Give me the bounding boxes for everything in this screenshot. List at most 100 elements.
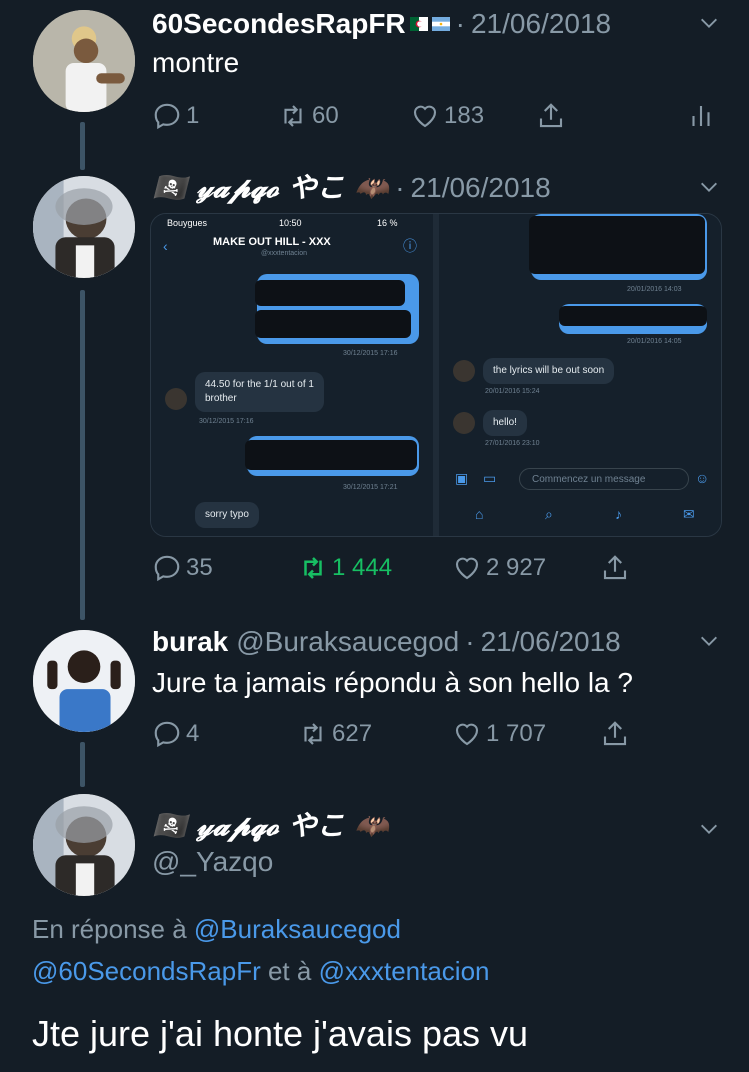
user-handle[interactable]: @_Yazqo bbox=[152, 842, 273, 882]
avatar bbox=[165, 388, 187, 410]
chevron-down-icon[interactable] bbox=[697, 630, 721, 654]
avatar-photo bbox=[33, 794, 135, 896]
tweet-media-image[interactable]: Bouygues 10:50 16 % ‹ MAKE OUT HILL - XX… bbox=[150, 213, 722, 537]
messages-icon[interactable]: ✉ bbox=[683, 506, 695, 522]
thread-line bbox=[80, 122, 85, 170]
image-icon[interactable]: ▣ bbox=[455, 470, 468, 486]
mention-link[interactable]: @Buraksaucegod bbox=[194, 914, 401, 944]
share-icon bbox=[603, 721, 627, 746]
reply-button[interactable]: 4 bbox=[152, 714, 199, 754]
tweet-header: 🏴‍☠️ 𝓎𝓪𝓹𝓺𝓸 やこ 🦇 bbox=[152, 806, 389, 846]
like-count: 1 707 bbox=[486, 720, 547, 747]
message-time: 30/12/2015 17:16 bbox=[343, 350, 398, 357]
avatar[interactable] bbox=[33, 10, 135, 112]
display-name[interactable]: 🏴‍☠️ 𝓎𝓪𝓹𝓺𝓸 やこ 🦇 bbox=[152, 168, 389, 208]
heart-icon bbox=[455, 723, 479, 746]
tweet-text: montre bbox=[152, 47, 240, 78]
chat-handle: @xxxtentacion bbox=[261, 250, 308, 257]
carrier-label: Bouygues bbox=[167, 218, 208, 228]
analytics-icon bbox=[692, 106, 710, 126]
reply-count: 35 bbox=[186, 554, 213, 581]
like-button[interactable]: 2 927 bbox=[452, 548, 546, 588]
twitter-thread: 60SecondesRapFR · 21/06/2018 montre 1 60… bbox=[0, 0, 749, 1072]
gif-icon[interactable]: ▭ bbox=[483, 470, 496, 486]
retweet-icon bbox=[304, 557, 322, 579]
avatar-photo bbox=[33, 10, 135, 112]
message-time: 20/01/2016 14:05 bbox=[627, 338, 682, 345]
share-button[interactable] bbox=[536, 96, 566, 136]
dm-screenshot-left: Bouygues 10:50 16 % ‹ MAKE OUT HILL - XX… bbox=[151, 214, 433, 536]
tweet-date[interactable]: 21/06/2018 bbox=[471, 4, 611, 44]
chevron-down-icon[interactable] bbox=[697, 12, 721, 36]
avatar[interactable] bbox=[33, 176, 135, 278]
reply-context: En réponse à @Buraksaucegod bbox=[32, 908, 401, 950]
share-icon bbox=[603, 555, 627, 580]
tweet-text: Jte jure j'ai honte j'avais pas vu bbox=[32, 1013, 529, 1054]
separator-dot: · bbox=[465, 626, 475, 657]
share-button[interactable] bbox=[600, 548, 630, 588]
message-bubble-received: the lyrics will be out soon bbox=[483, 358, 615, 384]
chat-title: MAKE OUT HILL - XXX bbox=[213, 236, 331, 248]
user-handle[interactable]: @Buraksaucegod bbox=[236, 622, 459, 662]
message-compose-field[interactable]: Commencez un message bbox=[519, 468, 689, 490]
tweet-date[interactable]: 21/06/2018 bbox=[481, 622, 621, 662]
avatar[interactable] bbox=[33, 794, 135, 896]
message-time: 20/01/2016 15:24 bbox=[485, 388, 540, 395]
argentina-flag-icon bbox=[431, 17, 450, 31]
home-icon[interactable]: ⌂ bbox=[475, 506, 483, 522]
mention-link[interactable]: @60SecondsRapFr bbox=[32, 956, 261, 986]
notifications-icon[interactable]: ♪ bbox=[615, 506, 622, 522]
tweet-actions: 4 627 1 707 bbox=[152, 714, 722, 754]
share-button[interactable] bbox=[600, 714, 630, 754]
retweet-button[interactable]: 60 bbox=[278, 96, 339, 136]
like-count: 2 927 bbox=[486, 554, 547, 581]
avatar[interactable] bbox=[33, 630, 135, 732]
reply-count: 1 bbox=[186, 102, 200, 129]
search-icon[interactable]: ⌕ bbox=[545, 506, 553, 522]
retweet-button[interactable]: 1 444 bbox=[298, 548, 392, 588]
heart-icon bbox=[413, 105, 437, 128]
mention-link[interactable]: @xxxtentacion bbox=[319, 956, 490, 986]
separator-dot: · bbox=[395, 172, 405, 203]
like-button[interactable]: 1 707 bbox=[452, 714, 546, 754]
heart-icon bbox=[455, 557, 479, 580]
tweet-actions: 1 60 183 bbox=[152, 96, 722, 136]
reply-and: et à bbox=[267, 956, 312, 986]
redaction bbox=[559, 306, 707, 326]
avatar-photo bbox=[33, 630, 135, 732]
message-bubble-received: sorry typo bbox=[195, 502, 259, 528]
display-name[interactable]: 🏴‍☠️ 𝓎𝓪𝓹𝓺𝓸 やこ 🦇 bbox=[152, 806, 389, 846]
dm-screenshot-right: 20/01/2016 14:03 20/01/2016 14:05 the ly… bbox=[439, 214, 721, 536]
message-bubble-received: 44.50 for the 1/1 out of 1 brother bbox=[195, 372, 324, 412]
retweet-button[interactable]: 627 bbox=[298, 714, 372, 754]
display-name[interactable]: burak bbox=[152, 622, 228, 662]
tweet-header: burak @Buraksaucegod · 21/06/2018 bbox=[152, 622, 621, 662]
chevron-down-icon[interactable] bbox=[697, 818, 721, 842]
tweet-handle-row: @_Yazqo bbox=[152, 842, 273, 882]
tweet-date[interactable]: 21/06/2018 bbox=[411, 168, 551, 208]
message-time: 27/01/2016 23:10 bbox=[485, 440, 540, 447]
reply-button[interactable]: 1 bbox=[152, 96, 199, 136]
tweet-header: 🏴‍☠️ 𝓎𝓪𝓹𝓺𝓸 やこ 🦇 · 21/06/2018 bbox=[152, 168, 551, 208]
analytics-button[interactable] bbox=[686, 96, 716, 136]
avatar bbox=[453, 360, 475, 382]
message-time: 20/01/2016 14:03 bbox=[627, 286, 682, 293]
redaction bbox=[529, 216, 705, 274]
back-chevron-icon[interactable]: ‹ bbox=[163, 238, 168, 254]
display-name[interactable]: 60SecondesRapFR bbox=[152, 4, 406, 44]
tweet-header: 60SecondesRapFR · 21/06/2018 bbox=[152, 4, 611, 44]
info-icon[interactable]: ⓘ bbox=[403, 238, 417, 254]
like-button[interactable]: 183 bbox=[410, 96, 484, 136]
reply-button[interactable]: 35 bbox=[152, 548, 213, 588]
retweet-icon bbox=[284, 105, 302, 127]
retweet-count: 60 bbox=[312, 102, 339, 129]
reply-icon bbox=[154, 555, 180, 582]
like-count: 183 bbox=[444, 102, 485, 129]
chevron-down-icon[interactable] bbox=[697, 176, 721, 200]
avatar bbox=[453, 412, 475, 434]
thread-line bbox=[80, 290, 85, 620]
reply-prefix: En réponse à bbox=[32, 914, 187, 944]
message-time: 30/12/2015 17:21 bbox=[343, 484, 398, 491]
reply-context: @60SecondsRapFr et à @xxxtentacion bbox=[32, 950, 490, 992]
emoji-icon[interactable]: ☺ bbox=[695, 470, 709, 486]
